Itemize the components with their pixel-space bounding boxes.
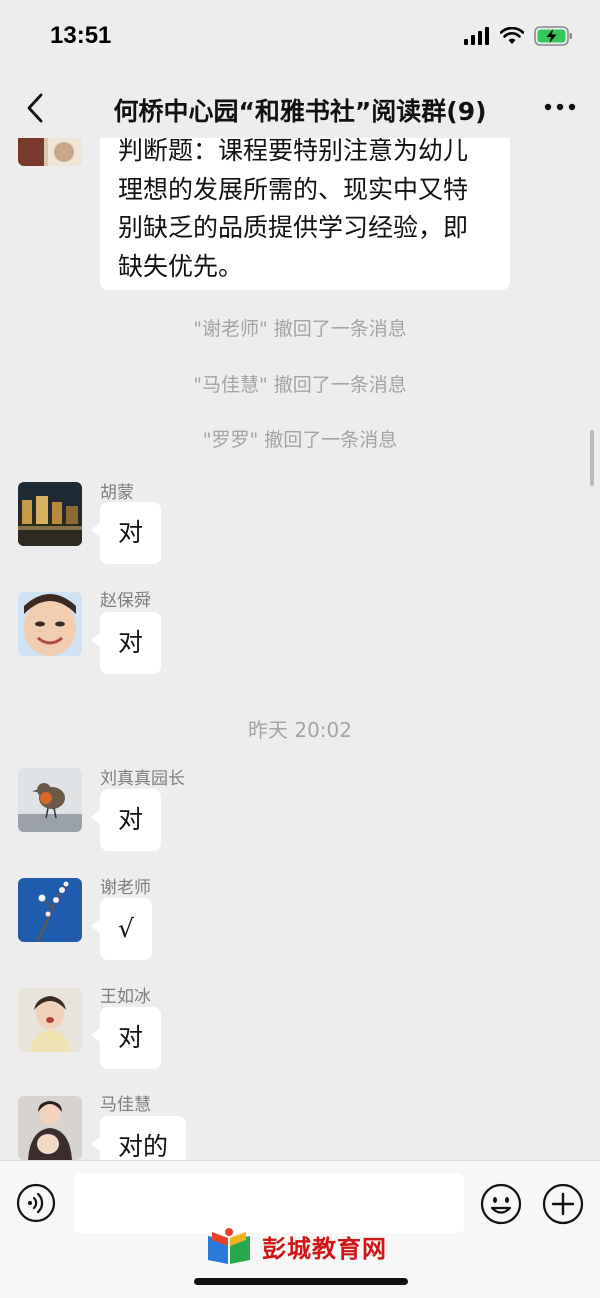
sender-name: 刘真真园长 bbox=[100, 769, 185, 789]
message-line: 判断题：课程要特别注意为幼儿 bbox=[118, 138, 469, 165]
watermark-text: 彭城教育网 bbox=[262, 1234, 387, 1263]
book-logo-icon bbox=[208, 1228, 250, 1264]
battery-charging-icon bbox=[534, 26, 574, 50]
avatar[interactable] bbox=[18, 592, 82, 656]
sender-name: 马佳慧 bbox=[100, 1095, 151, 1115]
message-line: 别缺乏的品质提供学习经验，即 bbox=[118, 213, 469, 242]
message-bubble[interactable]: 对 bbox=[90, 789, 162, 851]
chat-nav-bar: 何桥中心园“和雅书社”阅读群(9) bbox=[0, 78, 600, 138]
chevron-left-icon bbox=[27, 93, 43, 123]
status-bar: 13:51 bbox=[0, 0, 600, 78]
sender-name: 胡蒙 bbox=[100, 483, 134, 503]
status-time: 13:51 bbox=[50, 22, 112, 49]
emoji-icon bbox=[480, 1183, 522, 1225]
avatar[interactable] bbox=[18, 482, 82, 546]
message-text: 判断题：课程要特别注意为幼儿 理想的发展所需的、现实中又特 别缺乏的品质提供学习… bbox=[118, 138, 506, 286]
timestamp: 昨天 20:02 bbox=[248, 718, 352, 742]
message-bubble[interactable]: 对的 bbox=[90, 1116, 187, 1160]
sender-name: 赵保舜 bbox=[100, 591, 151, 611]
status-icons bbox=[464, 26, 574, 50]
avatar[interactable] bbox=[18, 878, 82, 942]
recall-notice: "谢老师" 撤回了一条消息 bbox=[193, 318, 407, 340]
chat-title: 何桥中心园“和雅书社”阅读群(9) bbox=[113, 97, 487, 126]
avatar[interactable] bbox=[18, 138, 82, 166]
sender-name: 王如冰 bbox=[100, 987, 151, 1007]
more-functions-button[interactable] bbox=[542, 1183, 584, 1225]
more-button[interactable] bbox=[542, 92, 578, 122]
back-button[interactable] bbox=[20, 88, 50, 128]
message-bubble[interactable]: 对 bbox=[90, 502, 162, 564]
message-list[interactable]: 判断题：课程要特别注意为幼儿 理想的发展所需的、现实中又特 别缺乏的品质提供学习… bbox=[0, 138, 600, 1160]
message-bubble[interactable]: √ bbox=[91, 898, 152, 960]
avatar[interactable] bbox=[18, 988, 82, 1052]
recall-notice: "罗罗" 撤回了一条消息 bbox=[202, 429, 398, 451]
recall-notice: "马佳慧" 撤回了一条消息 bbox=[193, 374, 407, 396]
message-bubble[interactable]: 对 bbox=[90, 612, 162, 674]
message-line: 理想的发展所需的、现实中又特 bbox=[118, 174, 469, 204]
voice-button[interactable] bbox=[16, 1183, 56, 1223]
wifi-icon bbox=[499, 26, 525, 49]
emoji-button[interactable] bbox=[480, 1183, 522, 1225]
more-dots-icon bbox=[544, 103, 576, 111]
voice-icon bbox=[16, 1183, 56, 1223]
message-bubble-question[interactable]: 判断题：课程要特别注意为幼儿 理想的发展所需的、现实中又特 别缺乏的品质提供学习… bbox=[100, 138, 510, 290]
wechat-group-chat-screen: 13:51 何桥中心园“和雅书社”阅读群(9) 判断题：课程要特别注意为幼儿 理… bbox=[0, 0, 600, 1298]
home-indicator[interactable] bbox=[194, 1278, 408, 1285]
plus-icon bbox=[542, 1183, 584, 1225]
avatar[interactable] bbox=[18, 1096, 82, 1160]
message-line: 缺失优先。 bbox=[118, 251, 244, 281]
scrollbar-thumb[interactable] bbox=[590, 430, 594, 486]
avatar[interactable] bbox=[18, 768, 82, 832]
signal-icon bbox=[464, 27, 490, 49]
message-input[interactable] bbox=[74, 1173, 464, 1233]
message-bubble[interactable]: 对 bbox=[90, 1007, 162, 1069]
watermark: 彭城教育网 bbox=[204, 1226, 387, 1266]
sender-name: 谢老师 bbox=[100, 878, 151, 898]
